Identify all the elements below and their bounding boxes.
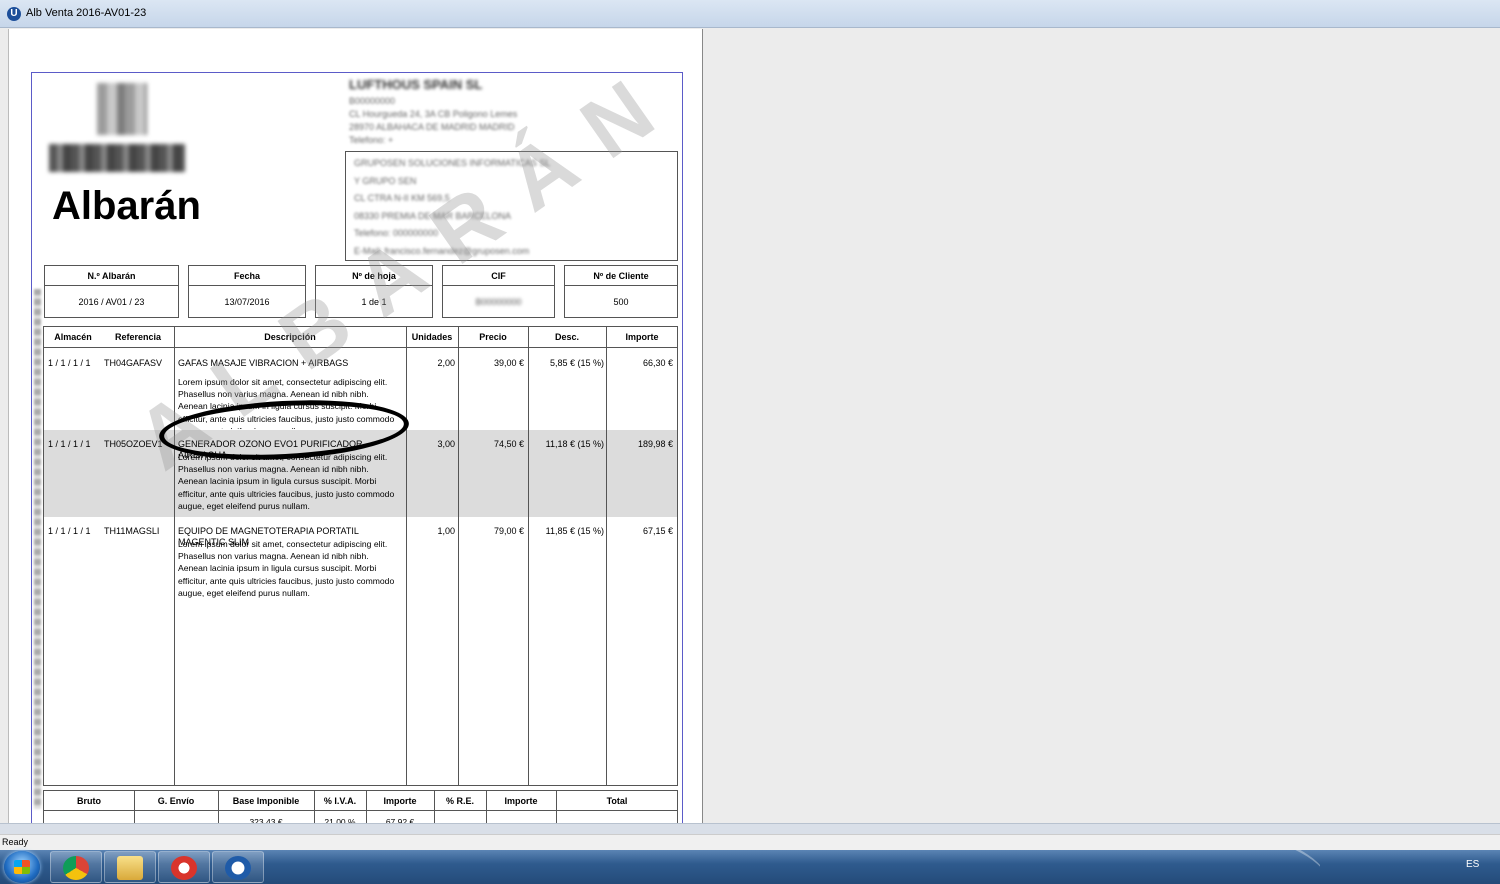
totals-label: Importe <box>504 796 538 806</box>
table-row: 1 / 1 / 1 / 1 TH04GAFASV GAFAS MASAJE VI… <box>44 349 677 430</box>
cell-desc: 11,18 € (15 %) <box>545 439 604 449</box>
totals-label: G. Envío <box>157 796 195 806</box>
cell-unidades: 1,00 <box>437 526 455 536</box>
totals-label: Bruto <box>77 796 101 806</box>
report-viewer[interactable]: Albarán LUFTHOUS SPAIN SL B00000000 CL H… <box>0 28 1500 829</box>
client-line: CL CTRA N-II KM 569,5 <box>354 193 450 203</box>
header-label: Fecha <box>189 266 305 286</box>
cell-referencia: TH04GAFASV <box>104 358 163 368</box>
cell-referencia: TH05OZOEV1 <box>104 439 163 449</box>
header-value: B00000000 <box>475 297 522 307</box>
header-value: 1 de 1 <box>361 297 387 307</box>
totals-label: Base Imponible <box>232 796 300 806</box>
header-value: 500 <box>613 297 629 307</box>
header-label: N.º Albarán <box>45 266 178 286</box>
cell-almacen: 1 / 1 / 1 / 1 <box>48 439 91 449</box>
cell-importe: 66,30 € <box>642 358 673 368</box>
totals-label: Total <box>606 796 628 806</box>
column-divider <box>174 327 175 785</box>
app-p-icon <box>225 856 251 880</box>
header-date: Fecha 13/07/2016 <box>188 265 306 318</box>
items-table-header: Almacén Referencia Descripción Unidades … <box>44 327 677 348</box>
report-page: Albarán LUFTHOUS SPAIN SL B00000000 CL H… <box>8 29 703 829</box>
window-titlebar: U Alb Venta 2016-AV01-23 <box>0 0 1500 28</box>
side-registry-text <box>34 289 41 809</box>
cell-importe: 67,15 € <box>642 526 673 536</box>
column-header: Descripción <box>264 332 316 342</box>
cell-precio: 79,00 € <box>493 526 524 536</box>
cell-descripcion: GENERADOR OZONO EVO1 PURIFICADOR AIRE/AG… <box>178 439 363 460</box>
anydesk-icon <box>171 856 197 880</box>
column-divider <box>458 327 459 785</box>
language-indicator[interactable]: ES <box>1466 859 1479 870</box>
status-bar: Ready <box>0 834 1500 850</box>
app-logo-icon: U <box>7 7 21 21</box>
client-address-box: GRUPOSEN SOLUCIONES INFORMATICAS SL Y GR… <box>345 151 678 261</box>
header-label: Nº de Cliente <box>565 266 677 286</box>
totals-label: Importe <box>383 796 417 806</box>
cell-almacen: 1 / 1 / 1 / 1 <box>48 526 91 536</box>
company-logo-icon <box>97 83 147 135</box>
client-line: Telefono: 000000000 <box>354 228 439 238</box>
client-line: GRUPOSEN SOLUCIONES INFORMATICAS SL <box>354 158 551 168</box>
header-cif: CIF B00000000 <box>442 265 555 318</box>
cell-desc: 5,85 € (15 %) <box>549 358 604 368</box>
header-label: Nº de hoja <box>316 266 432 286</box>
header-albaran-number: N.º Albarán 2016 / AV01 / 23 <box>44 265 179 318</box>
company-info: LUFTHOUS SPAIN SL B00000000 CL Hourgueda… <box>349 77 517 148</box>
column-header: Unidades <box>411 332 453 342</box>
client-line: Y GRUPO SEN <box>354 175 417 186</box>
company-logo-text <box>49 144 185 172</box>
column-header: Importe <box>625 332 659 342</box>
items-table: Almacén Referencia Descripción Unidades … <box>43 326 678 786</box>
cell-desc: 11,85 € (15 %) <box>545 526 604 536</box>
document-title: Albarán <box>52 184 201 228</box>
column-header: Almacén <box>54 332 92 342</box>
cell-detalle: Lorem ipsum dolor sit amet, consectetur … <box>178 452 395 511</box>
header-value: 2016 / AV01 / 23 <box>78 297 145 307</box>
cell-importe: 189,98 € <box>637 439 673 449</box>
cell-detalle: Lorem ipsum dolor sit amet, consectetur … <box>178 539 395 598</box>
totals-label: % R.E. <box>445 796 474 806</box>
header-client-number: Nº de Cliente 500 <box>564 265 678 318</box>
windows-taskbar: ES <box>0 850 1500 884</box>
column-divider <box>528 327 529 785</box>
horizontal-scrollbar[interactable] <box>0 823 1500 834</box>
cell-unidades: 3,00 <box>437 439 455 449</box>
cell-referencia: TH11MAGSLI <box>104 526 160 536</box>
cell-almacen: 1 / 1 / 1 / 1 <box>48 358 91 368</box>
cell-precio: 74,50 € <box>493 439 524 449</box>
client-line: E-Mail: francisco.fernandez@gruposen.com <box>354 245 530 256</box>
header-value: 13/07/2016 <box>224 297 270 307</box>
company-line: 28970 ALBAHACA DE MADRID MADRID <box>349 122 515 132</box>
company-name: LUFTHOUS SPAIN SL <box>349 77 483 92</box>
company-line: Telefono: + <box>349 135 394 145</box>
totals-label: % I.V.A. <box>323 796 357 806</box>
start-button[interactable] <box>4 851 40 883</box>
column-divider <box>406 327 407 785</box>
cell-precio: 39,00 € <box>493 358 524 368</box>
header-label: CIF <box>443 266 554 286</box>
column-divider <box>606 327 607 785</box>
client-line: 08330 PREMIA DE MAR BARCELONA <box>354 210 512 221</box>
cell-descripcion: GAFAS MASAJE VIBRACION + AIRBAGS <box>178 358 349 368</box>
header-sheet-number: Nº de hoja 1 de 1 <box>315 265 433 318</box>
cell-unidades: 2,00 <box>437 358 455 368</box>
table-row: 1 / 1 / 1 / 1 TH05OZOEV1 GENERADOR OZONO… <box>44 430 677 517</box>
company-line: CL Hourgueda 24, 3A CB Poligono Lemes <box>349 109 518 119</box>
chrome-icon <box>63 856 89 880</box>
window-title: Alb Venta 2016-AV01-23 <box>26 7 147 19</box>
taskbar-chrome[interactable] <box>50 851 102 883</box>
column-header: Desc. <box>554 332 580 342</box>
cell-detalle: Lorem ipsum dolor sit amet, consectetur … <box>178 377 395 429</box>
table-row: 1 / 1 / 1 / 1 TH11MAGSLI EQUIPO DE MAGNE… <box>44 517 677 607</box>
file-explorer-icon <box>117 856 143 880</box>
taskbar-file-explorer[interactable] <box>104 851 156 883</box>
column-header: Precio <box>479 332 507 342</box>
taskbar-app-p[interactable] <box>212 851 264 883</box>
taskbar-anydesk[interactable] <box>158 851 210 883</box>
column-header: Referencia <box>114 332 162 342</box>
status-text: Ready <box>2 837 29 847</box>
company-line: B00000000 <box>349 96 396 106</box>
